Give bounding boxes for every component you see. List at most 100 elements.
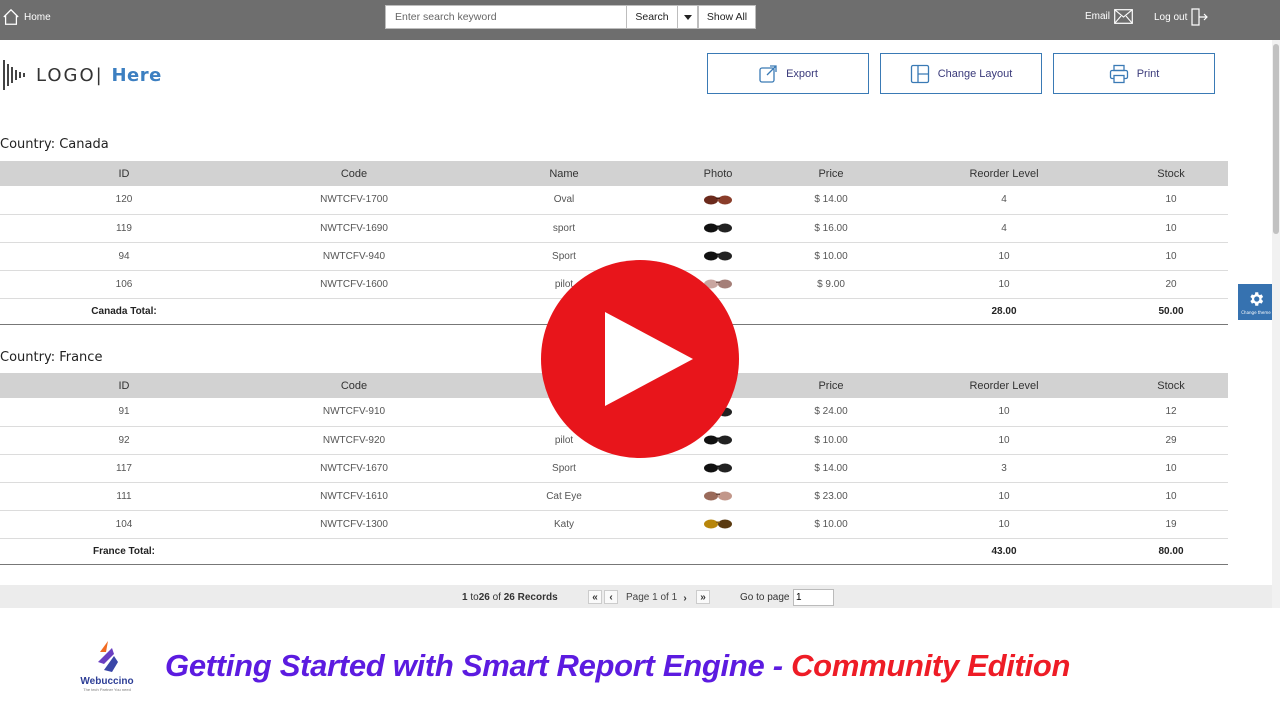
scrollbar-thumb[interactable] [1273,44,1279,234]
cell-price: $ 24.00 [768,398,894,427]
cell-id: 94 [0,242,248,271]
print-button[interactable]: Print [1053,53,1215,94]
brand-tagline: The tech Partner You need [83,687,131,692]
change-layout-button[interactable]: Change Layout [880,53,1042,94]
column-header-code[interactable]: Code [248,161,460,186]
cell-reorder-level: 10 [894,270,1114,299]
total-empty [668,537,768,565]
email-link[interactable]: Email [1085,9,1133,24]
cell-photo [668,454,768,483]
cell-code: NWTCFV-1600 [248,270,460,299]
first-page-button[interactable]: « [588,590,602,604]
total-stock: 50.00 [1114,297,1228,325]
headline-part2: Community Edition [791,648,1071,683]
page-indicator: Page 1 of 1 [626,592,678,603]
column-header-id[interactable]: ID [0,373,248,398]
record-to-label: to [470,592,479,603]
table-header-row: ID Code Name Photo Price Reorder Level S… [0,161,1228,186]
cell-id: 104 [0,510,248,539]
logo-part1: LOGO [36,64,96,86]
cell-photo [668,186,768,215]
cell-price: $ 23.00 [768,482,894,511]
change-theme-button[interactable]: Change theme [1238,284,1274,320]
cell-reorder-level: 4 [894,214,1114,243]
cell-id: 119 [0,214,248,243]
table-row[interactable]: 117 NWTCFV-1670 Sport $ 14.00 3 10 [0,454,1228,483]
export-icon [759,64,777,83]
column-header-name[interactable]: Name [460,161,668,186]
top-bar: Home Search Show All Email Log out [0,0,1280,40]
cell-code: NWTCFV-1300 [248,510,460,539]
cell-name: sport [460,214,668,243]
column-header-stock[interactable]: Stock [1114,161,1228,186]
record-total: 26 Records [503,592,558,603]
table-row[interactable]: 104 NWTCFV-1300 Katy $ 10.00 10 19 [0,510,1228,539]
product-photo-sunglasses-black [704,251,732,261]
product-photo-sunglasses-black [704,463,732,473]
total-empty [460,537,668,565]
cell-id: 117 [0,454,248,483]
brand-name: Webuccino [80,676,134,687]
cell-reorder-level: 10 [894,242,1114,271]
search-options-dropdown[interactable] [678,5,698,29]
record-to: 26 [478,592,490,603]
table-row[interactable]: 120 NWTCFV-1700 Oval $ 14.00 4 10 [0,186,1228,215]
column-header-reorder-level[interactable]: Reorder Level [894,161,1114,186]
vertical-scrollbar[interactable] [1272,40,1280,608]
cell-id: 91 [0,398,248,427]
cell-photo [668,510,768,539]
export-button[interactable]: Export [707,53,869,94]
column-header-stock[interactable]: Stock [1114,373,1228,398]
table-row[interactable]: 119 NWTCFV-1690 sport $ 16.00 4 10 [0,214,1228,243]
next-page-button[interactable]: › [680,591,690,605]
logout-link[interactable]: Log out [1154,8,1209,26]
caret-down-icon [683,14,692,20]
cell-stock: 20 [1114,270,1228,299]
cell-photo [668,482,768,511]
cell-stock: 10 [1114,242,1228,271]
table-row[interactable]: 111 NWTCFV-1610 Cat Eye $ 23.00 10 10 [0,482,1228,511]
total-empty [248,537,460,565]
record-of-label: of [492,592,501,603]
group-total-row: France Total: 43.00 80.00 [0,537,1228,565]
print-label: Print [1136,67,1160,80]
search-input[interactable] [385,5,627,29]
column-header-code[interactable]: Code [248,373,460,398]
total-label: Canada Total: [0,297,248,325]
product-photo-sunglasses-black [704,435,732,445]
cell-stock: 10 [1114,186,1228,215]
column-header-reorder-level[interactable]: Reorder Level [894,373,1114,398]
search-bar: Search Show All [385,5,756,29]
export-label: Export [786,67,818,80]
cell-code: NWTCFV-1610 [248,482,460,511]
total-stock: 80.00 [1114,537,1228,565]
logo-separator: | [95,64,104,86]
change-theme-label: Change theme [1241,309,1271,315]
cell-id: 92 [0,426,248,455]
product-photo-sunglasses-black [704,223,732,233]
show-all-button[interactable]: Show All [698,5,756,29]
cell-photo [668,214,768,243]
column-header-price[interactable]: Price [768,161,894,186]
cell-reorder-level: 10 [894,482,1114,511]
column-header-photo[interactable]: Photo [668,161,768,186]
cell-price: $ 14.00 [768,454,894,483]
group-title-canada: Country: Canada [0,137,109,152]
cell-code: NWTCFV-910 [248,398,460,427]
search-button[interactable]: Search [627,5,678,29]
cell-price: $ 16.00 [768,214,894,243]
goto-page-input[interactable] [793,589,834,606]
column-header-price[interactable]: Price [768,373,894,398]
cell-price: $ 10.00 [768,510,894,539]
webuccino-logo-icon [98,641,118,672]
home-link[interactable]: Home [2,8,51,26]
printer-icon [1109,64,1128,83]
total-reorder-level: 28.00 [894,297,1114,325]
change-layout-label: Change Layout [937,67,1013,80]
cell-stock: 12 [1114,398,1228,427]
gear-icon [1250,291,1264,306]
column-header-id[interactable]: ID [0,161,248,186]
last-page-button[interactable]: » [696,590,710,604]
prev-page-button[interactable]: ‹ [604,590,618,604]
cell-reorder-level: 10 [894,398,1114,427]
